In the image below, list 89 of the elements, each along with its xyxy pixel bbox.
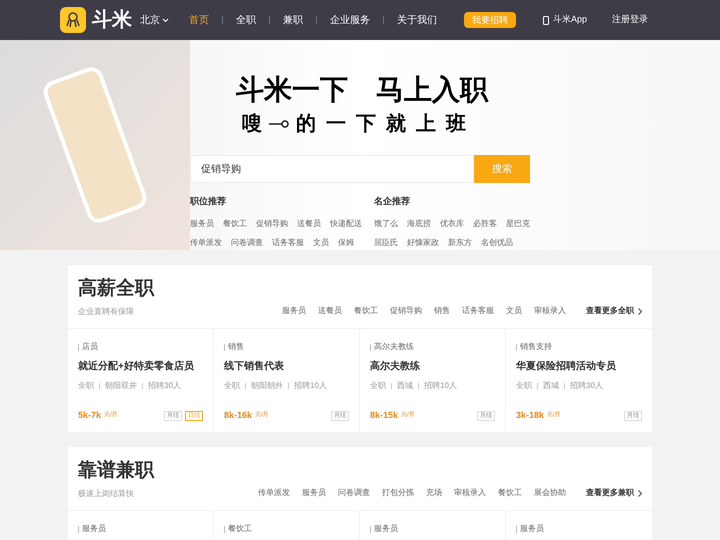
job-category: 服务员 bbox=[82, 523, 106, 535]
recommend-link[interactable]: 促销导购 bbox=[256, 218, 288, 230]
slogan-text: 的一下就上班 bbox=[296, 112, 476, 137]
job-title: 高尔夫教练 bbox=[370, 359, 421, 374]
search-field[interactable]: 促销导购 bbox=[190, 155, 474, 183]
category-link[interactable]: 话务客服 bbox=[462, 305, 494, 317]
job-category: 高尔夫教练 bbox=[374, 341, 414, 353]
job-meta: 招聘10人 bbox=[424, 380, 457, 392]
category-link[interactable]: 文员 bbox=[506, 305, 522, 317]
job-category: 餐饮工 bbox=[228, 523, 252, 535]
recommend-link[interactable]: 饿了么 bbox=[374, 218, 398, 230]
recommend-link[interactable]: 问卷调查 bbox=[231, 237, 263, 249]
recommend-link[interactable]: 文员 bbox=[313, 237, 329, 249]
job-meta: 朝阳双井 bbox=[105, 380, 137, 392]
job-meta: 朝阳朝外 bbox=[251, 380, 283, 392]
city-selector[interactable]: 北京 bbox=[140, 12, 169, 28]
job-meta: 全职 bbox=[516, 380, 532, 392]
recommend-link[interactable]: 星巴克 bbox=[506, 218, 530, 230]
job-meta: 西城 bbox=[543, 380, 559, 392]
recommend-link[interactable]: 新东方 bbox=[448, 237, 472, 249]
job-title: 线下销售代表 bbox=[224, 360, 285, 374]
job-meta: 西城 bbox=[397, 380, 413, 392]
nav-tab[interactable]: 全职 bbox=[236, 12, 256, 28]
category-link[interactable]: 充场 bbox=[426, 487, 442, 499]
recommend-link[interactable]: 话务客服 bbox=[272, 237, 304, 249]
category-link[interactable]: 审核录入 bbox=[454, 487, 486, 499]
category-link[interactable]: 传单派发 bbox=[258, 487, 290, 499]
category-link[interactable]: 销售 bbox=[434, 305, 450, 317]
slogan-text: 嗖 bbox=[242, 112, 262, 137]
recommend-link[interactable]: 海底捞 bbox=[407, 218, 431, 230]
salary-text: 8k-16k bbox=[224, 409, 252, 422]
job-card[interactable]: 服务员 bbox=[68, 511, 214, 540]
category-link[interactable]: 打包分拣 bbox=[382, 487, 414, 499]
logo-text[interactable]: 斗米 bbox=[92, 10, 132, 30]
group-title: 职位推荐 bbox=[190, 195, 227, 208]
headline-text: 斗米一下 bbox=[236, 73, 348, 107]
recommend-link[interactable]: 传单派发 bbox=[190, 237, 222, 249]
job-meta: 招聘30人 bbox=[570, 380, 603, 392]
category-link[interactable]: 服务员 bbox=[282, 305, 306, 317]
job-meta: 招聘10人 bbox=[294, 380, 327, 392]
nav-tab[interactable]: 首页 bbox=[189, 12, 209, 28]
recommend-link[interactable]: 服务员 bbox=[190, 218, 214, 230]
job-card[interactable]: 餐饮工 bbox=[214, 511, 360, 540]
section-subtitle: 极速上岗结算快 bbox=[78, 488, 135, 500]
salary-text: 5k-7k bbox=[78, 409, 102, 422]
job-card[interactable]: 服务员 bbox=[360, 511, 506, 540]
job-title: 华夏保险招聘活动专员 bbox=[516, 360, 617, 374]
login-link[interactable]: 注册登录 bbox=[612, 13, 648, 27]
category-link[interactable]: 促销导购 bbox=[390, 305, 422, 317]
nav-tab[interactable]: 兼职 bbox=[283, 12, 303, 28]
recommend-link[interactable]: 好慷家政 bbox=[407, 237, 439, 249]
job-meta: 全职 bbox=[78, 380, 94, 392]
job-category: 销售 bbox=[228, 341, 244, 353]
job-card[interactable]: 服务员 bbox=[506, 511, 652, 540]
nav-tab[interactable]: 关于我们 bbox=[397, 12, 437, 28]
group-title: 名企推荐 bbox=[374, 195, 411, 208]
recommend-link[interactable]: 必胜客 bbox=[473, 218, 497, 230]
recommend-link[interactable]: 名创优品 bbox=[481, 237, 513, 249]
recommend-link[interactable]: 优衣库 bbox=[440, 218, 464, 230]
job-meta: 全职 bbox=[370, 380, 386, 392]
headline-text: 马上入职 bbox=[376, 73, 488, 107]
job-category: 销售支持 bbox=[520, 341, 552, 353]
section-subtitle: 企业直聘有保障 bbox=[78, 306, 135, 318]
salary-text: 8k-15k bbox=[370, 409, 398, 422]
category-link[interactable]: 餐饮工 bbox=[354, 305, 378, 317]
job-category: 服务员 bbox=[374, 523, 398, 535]
category-link[interactable]: 送餐员 bbox=[318, 305, 342, 317]
recommend-link[interactable]: 屈臣氏 bbox=[374, 237, 398, 249]
more-link[interactable]: 查看更多全职 bbox=[586, 305, 642, 317]
recommend-link[interactable]: 送餐员 bbox=[297, 218, 321, 230]
job-title: 就近分配+好特卖零食店员 bbox=[78, 359, 195, 374]
app-link[interactable]: 斗米App bbox=[542, 13, 587, 27]
recommend-link[interactable]: 快递配送 bbox=[330, 218, 362, 230]
salary-text: 3k-18k bbox=[516, 409, 544, 422]
category-link[interactable]: 服务员 bbox=[302, 487, 326, 499]
job-category: 服务员 bbox=[520, 523, 544, 535]
recommend-link[interactable]: 餐饮工 bbox=[223, 218, 247, 230]
section-title: 高薪全职 bbox=[78, 277, 154, 301]
nav-tab[interactable]: 企业服务 bbox=[330, 12, 370, 28]
section-title: 靠谱兼职 bbox=[78, 459, 154, 483]
recommend-link[interactable]: 保姆 bbox=[338, 237, 354, 249]
more-link[interactable]: 查看更多兼职 bbox=[586, 487, 642, 499]
job-meta: 全职 bbox=[224, 380, 240, 392]
job-category: 店员 bbox=[82, 341, 98, 353]
job-meta: 招聘30人 bbox=[148, 380, 181, 392]
category-link[interactable]: 审核录入 bbox=[534, 305, 566, 317]
category-link[interactable]: 展会协助 bbox=[534, 487, 566, 499]
category-link[interactable]: 问卷调查 bbox=[338, 487, 370, 499]
category-link[interactable]: 餐饮工 bbox=[498, 487, 522, 499]
